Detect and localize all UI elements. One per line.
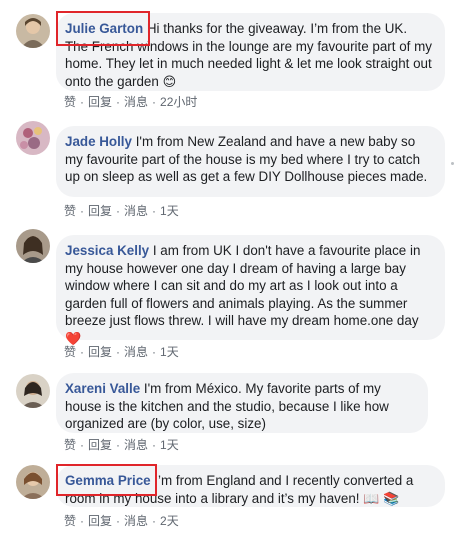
highlight-box	[56, 464, 157, 496]
comment-bubble: Jessica Kelly I am from UK I don't have …	[56, 235, 445, 346]
avatar[interactable]	[16, 465, 50, 499]
message-link[interactable]: 消息	[124, 204, 148, 218]
comment-bubble: Xareni Valle I'm from México. My favorit…	[56, 373, 428, 433]
like-link[interactable]: 赞	[64, 204, 76, 218]
reply-link[interactable]: 回复	[88, 514, 112, 528]
timestamp[interactable]: 1天	[160, 438, 179, 452]
reply-link[interactable]: 回复	[88, 204, 112, 218]
author-name[interactable]: Xareni Valle	[65, 381, 140, 396]
timestamp[interactable]: 1天	[160, 204, 179, 218]
reply-link[interactable]: 回复	[88, 438, 112, 452]
smiley-emoji: 😊	[162, 73, 177, 89]
timestamp[interactable]: 2天	[160, 514, 179, 528]
comment-bubble: Jade Holly I'm from New Zealand and have…	[56, 126, 445, 197]
like-link[interactable]: 赞	[64, 345, 76, 359]
avatar[interactable]	[16, 374, 50, 408]
message-link[interactable]: 消息	[124, 514, 148, 528]
avatar[interactable]	[16, 229, 50, 263]
reply-link[interactable]: 回复	[88, 95, 112, 109]
like-link[interactable]: 赞	[64, 95, 76, 109]
timestamp[interactable]: 22小时	[160, 95, 197, 109]
timestamp[interactable]: 1天	[160, 345, 179, 359]
like-link[interactable]: 赞	[64, 514, 76, 528]
books-emoji: 📖 📚	[363, 490, 400, 506]
avatar[interactable]	[16, 121, 50, 155]
author-name[interactable]: Jessica Kelly	[65, 243, 149, 258]
avatar[interactable]	[16, 14, 50, 48]
highlight-box	[56, 11, 150, 46]
message-link[interactable]: 消息	[124, 438, 148, 452]
message-link[interactable]: 消息	[124, 95, 148, 109]
like-link[interactable]: 赞	[64, 438, 76, 452]
message-link[interactable]: 消息	[124, 345, 148, 359]
reply-link[interactable]: 回复	[88, 345, 112, 359]
side-marker	[451, 162, 454, 165]
heart-emoji: ❤️	[65, 330, 82, 346]
author-name[interactable]: Jade Holly	[65, 134, 132, 149]
